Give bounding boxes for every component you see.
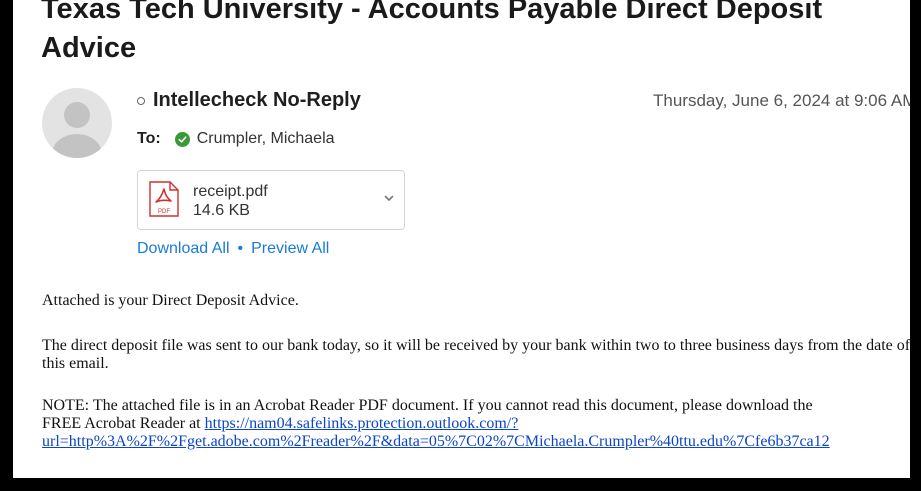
verified-check-icon xyxy=(174,131,190,147)
sender-avatar xyxy=(42,88,112,158)
attachment-card[interactable]: PDF receipt.pdf 14.6 KB xyxy=(137,170,405,230)
to-label: To: xyxy=(137,130,161,147)
note-line-2-prefix: FREE Acrobat Reader at xyxy=(42,415,205,432)
actions-separator: • xyxy=(237,240,244,257)
attachment-file-name: receipt.pdf xyxy=(193,183,268,200)
body-paragraph-1: Attached is your Direct Deposit Advice. xyxy=(42,292,299,309)
unread-indicator-icon xyxy=(137,96,145,105)
attachment-actions: Download All • Preview All xyxy=(137,240,329,258)
svg-text:PDF: PDF xyxy=(158,209,170,215)
email-window: Texas Tech University - Accounts Payable… xyxy=(13,0,910,478)
email-date: Thursday, June 6, 2024 at 9:06 AM xyxy=(653,91,910,110)
email-subject: Texas Tech University - Accounts Payable… xyxy=(41,0,823,64)
acrobat-link-part-1[interactable]: https://nam04.safelinks.protection.outlo… xyxy=(205,415,519,432)
recipient-row: To: Crumpler, Michaela xyxy=(137,130,335,148)
attachment-file-size: 14.6 KB xyxy=(193,202,250,219)
download-all-link[interactable]: Download All xyxy=(137,240,230,258)
recipient-name[interactable]: Crumpler, Michaela xyxy=(197,130,335,148)
note-line-2: FREE Acrobat Reader at https://nam04.saf… xyxy=(42,415,910,433)
person-icon xyxy=(52,102,102,158)
body-paragraph-note: NOTE: The attached file is in an Acrobat… xyxy=(42,397,910,451)
sender-name[interactable]: Intellecheck No-Reply xyxy=(153,89,361,112)
sender-row[interactable]: Intellecheck No-Reply xyxy=(137,89,361,112)
preview-all-link[interactable]: Preview All xyxy=(251,240,329,258)
note-line-1: NOTE: The attached file is in an Acrobat… xyxy=(42,397,813,414)
note-line-3: url=http%3A%2F%2Fget.adobe.com%2Freader%… xyxy=(42,433,910,451)
pdf-file-icon: PDF xyxy=(149,181,179,217)
acrobat-link-part-2[interactable]: url=http%3A%2F%2Fget.adobe.com%2Freader%… xyxy=(42,433,830,450)
chevron-down-icon[interactable] xyxy=(382,191,396,205)
body-paragraph-2: The direct deposit file was sent to our … xyxy=(42,337,910,372)
